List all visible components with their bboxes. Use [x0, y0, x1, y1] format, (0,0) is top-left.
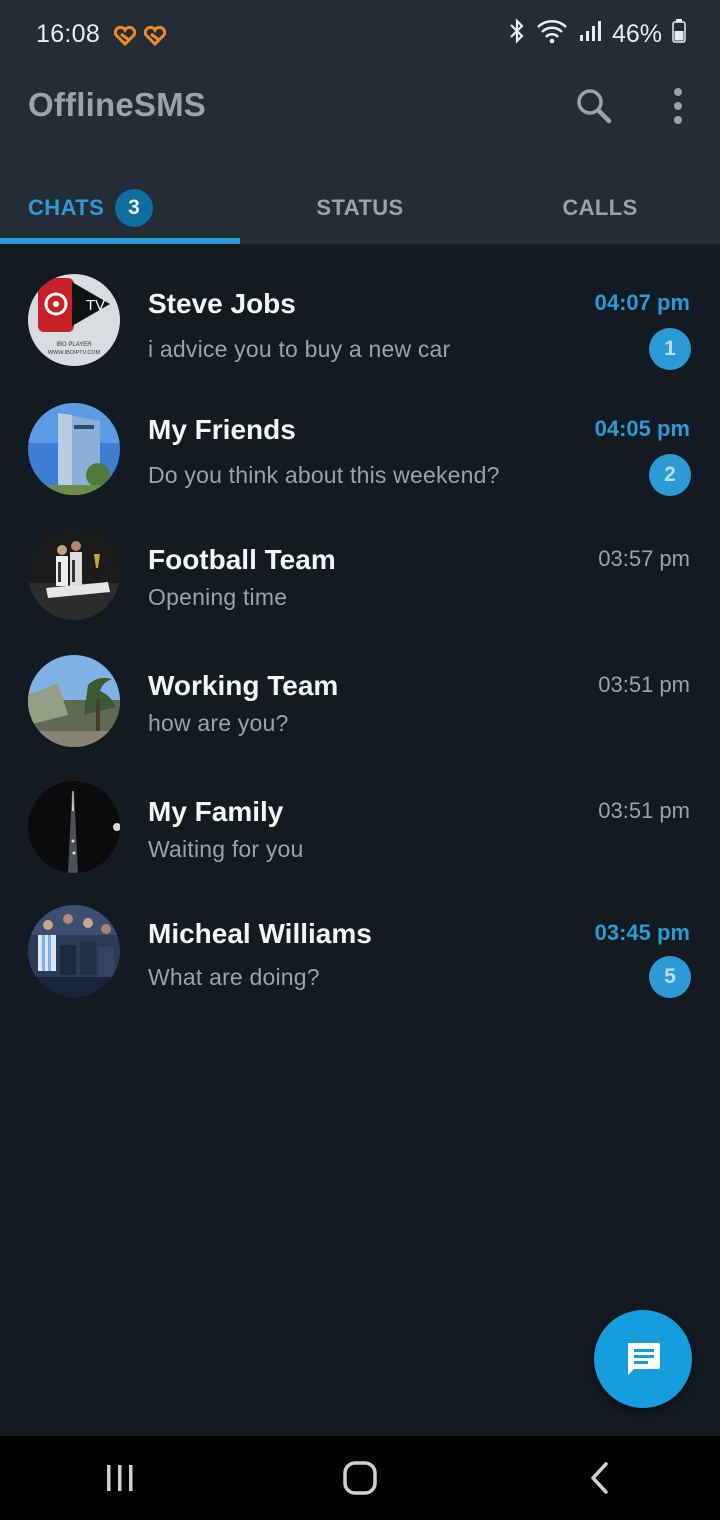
battery-icon	[672, 18, 686, 50]
chat-time: 04:05 pm	[594, 416, 690, 441]
avatar: TV IBO PLAYER WWW.IBOIPTV.COM	[28, 274, 120, 366]
tab-chats[interactable]: CHATS 3	[0, 172, 240, 244]
tab-chats-label: CHATS	[28, 195, 105, 220]
chat-last-message: Opening time	[148, 584, 288, 610]
chat-last-message: Waiting for you	[148, 836, 304, 862]
app-bar: OfflineSMS CHATS 3 STATUS CALLS	[0, 68, 720, 244]
back-icon	[591, 1462, 608, 1494]
status-right: 46%	[508, 17, 686, 51]
battery-percent: 46%	[611, 19, 662, 48]
chat-name: Football Team	[148, 544, 336, 575]
chat-time: 03:51 pm	[598, 672, 690, 697]
chat-row[interactable]: My Friends Do you think about this weeke…	[0, 396, 720, 522]
chat-name: Micheal Williams	[148, 918, 372, 949]
recent-apps-icon	[107, 1465, 133, 1491]
notification-icons	[113, 24, 167, 47]
more-options-button[interactable]	[660, 84, 696, 128]
avatar	[28, 403, 120, 495]
avatar	[28, 905, 120, 997]
chat-name: Steve Jobs	[148, 288, 296, 319]
chat-last-message: i advice you to buy a new car	[148, 336, 451, 362]
notification-heart-icon	[113, 24, 137, 47]
chat-last-message: how are you?	[148, 710, 289, 736]
tab-calls[interactable]: CALLS	[480, 172, 720, 244]
tab-calls-label: CALLS	[562, 195, 638, 220]
signal-icon	[578, 19, 602, 50]
chat-list-screen: 16:08 46% OfflineSMS CHATS 3 STATUS CALL…	[0, 0, 720, 1520]
unread-count-badge: 1	[649, 328, 691, 370]
chat-time: 04:07 pm	[594, 290, 690, 315]
wifi-icon	[536, 18, 568, 51]
chat-row[interactable]: Working Team how are you? 03:51 pm	[0, 652, 720, 778]
tab-bar: CHATS 3 STATUS CALLS	[0, 172, 720, 244]
avatar	[28, 781, 120, 873]
search-icon	[577, 89, 612, 124]
new-message-icon	[628, 1343, 660, 1375]
back-button[interactable]	[570, 1448, 630, 1508]
tab-active-indicator	[0, 238, 240, 244]
chat-name: My Family	[148, 796, 284, 827]
avatar-logo-text: TV	[86, 297, 105, 314]
status-time: 16:08	[36, 19, 101, 48]
chat-name: Working Team	[148, 670, 339, 701]
tab-status[interactable]: STATUS	[240, 172, 480, 244]
search-button[interactable]	[572, 84, 616, 128]
chat-row[interactable]: My Family Waiting for you 03:51 pm	[0, 778, 720, 904]
home-icon	[343, 1461, 377, 1495]
system-nav-bar	[0, 1436, 720, 1520]
avatar	[28, 528, 120, 620]
more-vert-icon	[674, 88, 682, 124]
avatar	[28, 655, 120, 747]
chat-time: 03:45 pm	[594, 920, 690, 945]
status-bar: 16:08 46%	[0, 0, 720, 68]
avatar-logo-text: IBO PLAYER	[56, 342, 92, 348]
tab-chats-count-badge: 3	[115, 189, 154, 227]
chat-name: My Friends	[148, 414, 296, 445]
chat-time: 03:51 pm	[598, 798, 690, 823]
app-title: OfflineSMS	[28, 86, 207, 123]
chat-row[interactable]: Micheal Williams What are doing? 03:45 p…	[0, 900, 720, 1026]
bluetooth-icon	[508, 17, 526, 51]
chat-row[interactable]: Football Team Opening time 03:57 pm	[0, 526, 720, 652]
unread-count-badge: 2	[649, 454, 691, 496]
tab-status-label: STATUS	[316, 195, 404, 220]
notification-heart-icon	[143, 24, 167, 47]
chat-time: 03:57 pm	[598, 546, 690, 571]
unread-count-badge: 5	[649, 956, 691, 998]
home-button[interactable]	[330, 1448, 390, 1508]
chat-last-message: What are doing?	[148, 964, 320, 990]
avatar-logo-text: WWW.IBOIPTV.COM	[48, 350, 101, 356]
chat-row[interactable]: TV IBO PLAYER WWW.IBOIPTV.COM Steve Jobs…	[0, 270, 720, 396]
recent-apps-button[interactable]	[90, 1448, 150, 1508]
chat-last-message: Do you think about this weekend?	[148, 462, 500, 488]
new-message-button[interactable]	[594, 1310, 692, 1408]
